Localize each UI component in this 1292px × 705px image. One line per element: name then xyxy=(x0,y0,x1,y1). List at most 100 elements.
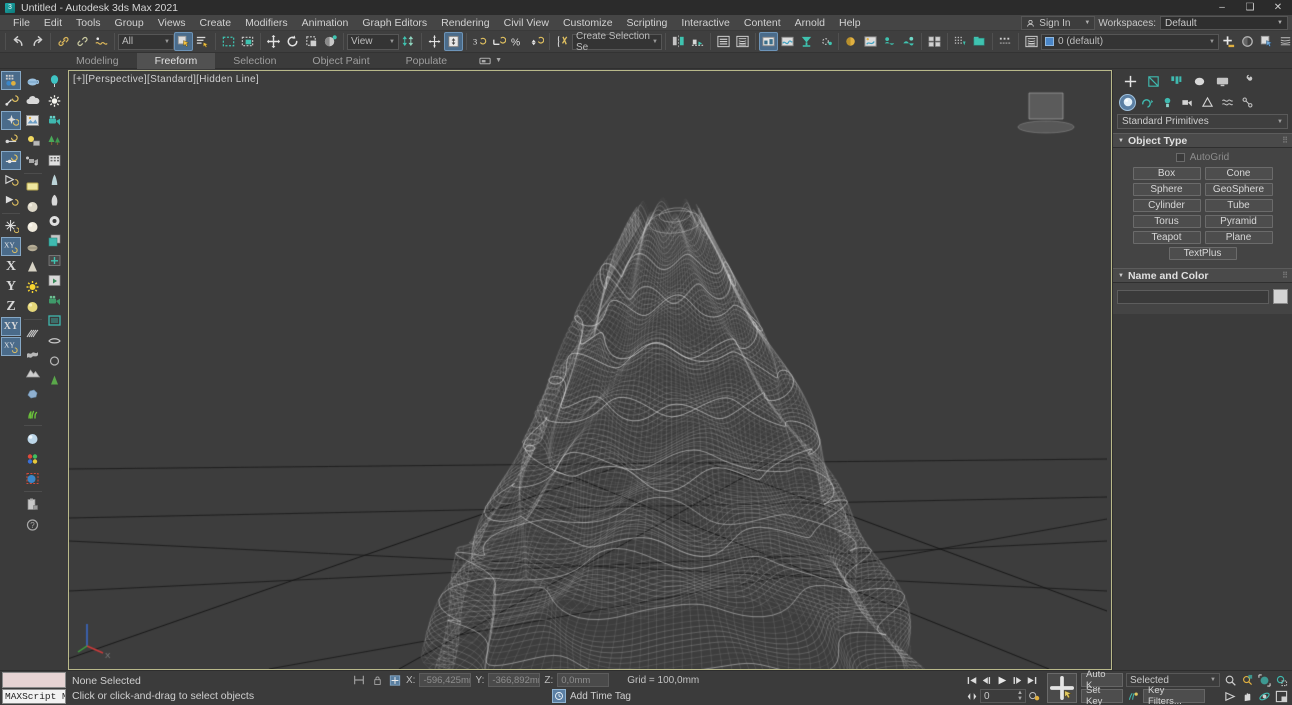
command-tab-motion[interactable] xyxy=(1188,72,1210,91)
current-frame-input[interactable]: 0 ▲ ▼ xyxy=(980,689,1026,703)
menu-item-views[interactable]: Views xyxy=(151,15,193,31)
menu-item-file[interactable]: File xyxy=(6,15,37,31)
sphere-white-button[interactable] xyxy=(23,217,43,236)
grass-button[interactable] xyxy=(23,403,43,422)
building-button[interactable] xyxy=(45,151,65,170)
select-and-rotate-button[interactable] xyxy=(283,32,302,51)
lock-toggle-icon[interactable] xyxy=(370,673,384,687)
hair-button[interactable] xyxy=(23,323,43,342)
material-editor-button[interactable] xyxy=(797,32,816,51)
xy-snap-constraint-button[interactable]: XY xyxy=(1,337,21,356)
cone-solid-button[interactable] xyxy=(1,191,21,210)
window-crossing-button[interactable] xyxy=(238,32,257,51)
ring-button[interactable] xyxy=(45,211,65,230)
command-tab-display[interactable] xyxy=(1211,72,1233,91)
pfd-grid-icon-button[interactable] xyxy=(1,71,21,90)
boat-button[interactable] xyxy=(45,331,65,350)
next-frame-button[interactable] xyxy=(1010,673,1024,687)
dots-a-button[interactable] xyxy=(996,32,1015,51)
menu-item-graph-editors[interactable]: Graph Editors xyxy=(355,15,434,31)
balloon-button[interactable] xyxy=(45,71,65,90)
teapot-primitive-button[interactable] xyxy=(23,71,43,90)
redo-button[interactable] xyxy=(28,32,47,51)
go-to-start-button[interactable] xyxy=(965,673,979,687)
teapot-gray-button[interactable] xyxy=(23,237,43,256)
selection-lock-icon[interactable] xyxy=(352,673,366,687)
bitmap-button[interactable] xyxy=(23,111,43,130)
primitive-category-dropdown[interactable]: Standard Primitives ▼ xyxy=(1117,114,1288,129)
x-coordinate-field[interactable]: -596,425mm xyxy=(419,673,472,687)
category-shapes-button[interactable] xyxy=(1139,94,1156,111)
align-2-button[interactable] xyxy=(688,32,707,51)
light-bulb-button[interactable] xyxy=(23,131,43,150)
menu-item-edit[interactable]: Edit xyxy=(37,15,69,31)
crosshair-teal-button[interactable] xyxy=(45,251,65,270)
toggle-scene-explorer-button[interactable] xyxy=(714,32,733,51)
spinner-snap-toggle-button[interactable] xyxy=(527,32,546,51)
snaps-toggle-button[interactable]: 3 xyxy=(470,32,489,51)
bind-to-space-warp-button[interactable] xyxy=(92,32,111,51)
add-layer-button[interactable] xyxy=(1219,32,1238,51)
rendered-frame-window-button[interactable] xyxy=(842,32,861,51)
camera-green-button[interactable] xyxy=(45,291,65,310)
teal-window-button[interactable] xyxy=(45,311,65,330)
rock-button[interactable] xyxy=(23,383,43,402)
isolate-selection-button[interactable] xyxy=(1238,32,1257,51)
set-keys-button[interactable] xyxy=(1126,689,1140,703)
menu-item-content[interactable]: Content xyxy=(737,15,788,31)
select-similar-button[interactable] xyxy=(1257,32,1276,51)
autogrid-row[interactable]: AutoGrid xyxy=(1119,152,1286,163)
select-object-button[interactable] xyxy=(174,32,193,51)
maximize-viewport-toggle-button[interactable] xyxy=(1274,689,1289,703)
curve-editor-button[interactable] xyxy=(759,32,778,51)
viewport-canvas[interactable] xyxy=(69,71,1107,669)
menu-item-rendering[interactable]: Rendering xyxy=(434,15,496,31)
maximize-button[interactable]: ❑ xyxy=(1236,0,1264,15)
sun-button[interactable] xyxy=(23,277,43,296)
object-color-swatch[interactable] xyxy=(1273,289,1288,304)
render-production-button[interactable] xyxy=(861,32,880,51)
select-sphere-button[interactable] xyxy=(23,469,43,488)
play-animation-button[interactable] xyxy=(995,673,1009,687)
command-tab-hierarchy[interactable] xyxy=(1165,72,1187,91)
object-type-box-button[interactable]: Box xyxy=(1132,167,1201,180)
menu-item-customize[interactable]: Customize xyxy=(556,15,620,31)
menu-item-civil-view[interactable]: Civil View xyxy=(497,15,556,31)
select-and-link-left-button[interactable] xyxy=(1,91,21,110)
align-button[interactable] xyxy=(444,32,463,51)
category-systems-button[interactable] xyxy=(1239,94,1256,111)
menu-item-interactive[interactable]: Interactive xyxy=(674,15,736,31)
zoom-all-button[interactable] xyxy=(1240,673,1255,687)
xy-plane-constraint-button[interactable]: XY xyxy=(1,317,21,336)
object-type-pyramid-button[interactable]: Pyramid xyxy=(1204,215,1273,228)
mirror-2-button[interactable] xyxy=(669,32,688,51)
percent-snap-toggle-button[interactable]: % xyxy=(508,32,527,51)
ribbon-tab-selection[interactable]: Selection xyxy=(215,53,294,69)
field-of-view-button[interactable] xyxy=(1223,689,1238,703)
select-and-place-button[interactable] xyxy=(321,32,340,51)
toggle-layer-explorer-button[interactable] xyxy=(733,32,752,51)
sphere-gray-button[interactable] xyxy=(23,197,43,216)
pan-view-button[interactable] xyxy=(1240,689,1255,703)
object-type-torus-button[interactable]: Torus xyxy=(1132,215,1201,228)
set-key-button[interactable]: Set Key xyxy=(1081,685,1123,705)
menu-item-group[interactable]: Group xyxy=(108,15,151,31)
y-axis-constraint-button[interactable]: Y xyxy=(1,277,21,296)
object-type-tube-button[interactable]: Tube xyxy=(1204,199,1273,212)
angle-snap-toggle-button[interactable] xyxy=(489,32,508,51)
cone-gray-button[interactable] xyxy=(23,257,43,276)
zoom-button[interactable] xyxy=(1223,673,1238,687)
cone-green-button[interactable] xyxy=(45,371,65,390)
sphere-yellow-button[interactable] xyxy=(23,297,43,316)
previous-frame-button[interactable] xyxy=(980,673,994,687)
perspective-viewport[interactable]: [+][Perspective][Standard][Hidden Line] xyxy=(68,70,1112,670)
category-geometry-button[interactable] xyxy=(1119,93,1136,111)
mountain-button[interactable] xyxy=(23,363,43,382)
unlink-selection-button[interactable] xyxy=(73,32,92,51)
object-type-rollout-header[interactable]: ▼ Object Type ⠿ xyxy=(1113,133,1292,148)
trees-button[interactable] xyxy=(45,131,65,150)
camera-small-button[interactable] xyxy=(23,151,43,170)
cloud-button[interactable] xyxy=(23,91,43,110)
render-setup-button[interactable] xyxy=(816,32,835,51)
slider-button[interactable] xyxy=(1,131,21,150)
